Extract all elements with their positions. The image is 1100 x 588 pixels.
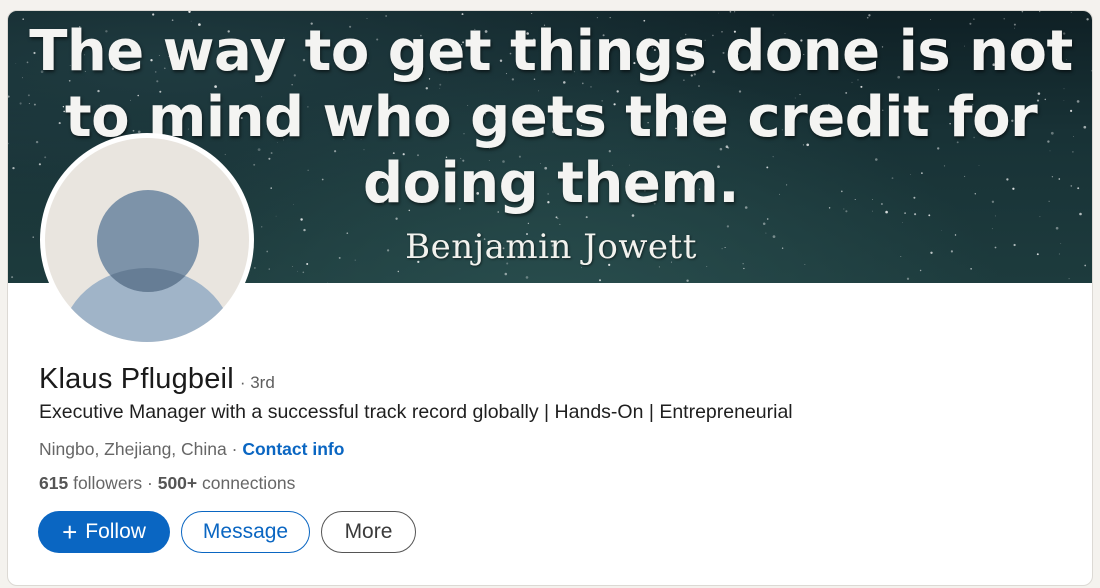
profile-headline: Executive Manager with a successful trac… bbox=[39, 401, 793, 423]
follow-button[interactable]: + Follow bbox=[38, 511, 170, 553]
name-row: Klaus Pflugbeil · 3rd bbox=[39, 363, 275, 396]
stats-separator: · bbox=[147, 473, 158, 493]
followers-label: followers bbox=[73, 473, 143, 493]
plus-icon: + bbox=[62, 517, 78, 547]
connection-degree-badge: · 3rd bbox=[239, 373, 275, 392]
default-avatar-icon bbox=[45, 138, 249, 342]
network-stats: 615 followers · 500+ connections bbox=[39, 473, 295, 494]
profile-card: The way to get things done is not to min… bbox=[7, 10, 1093, 586]
more-button[interactable]: More bbox=[321, 511, 416, 553]
followers-count: 615 bbox=[39, 473, 69, 493]
connections-label: connections bbox=[202, 473, 296, 493]
avatar[interactable] bbox=[40, 133, 254, 347]
profile-name: Klaus Pflugbeil bbox=[39, 363, 234, 395]
message-button[interactable]: Message bbox=[181, 511, 310, 553]
location-separator: · bbox=[226, 439, 243, 459]
location-row: Ningbo, Zhejiang, China · Contact info bbox=[39, 439, 344, 460]
contact-info-link[interactable]: Contact info bbox=[242, 439, 344, 459]
profile-actions: + Follow Message More bbox=[38, 511, 416, 553]
follow-label: Follow bbox=[85, 520, 146, 543]
profile-location: Ningbo, Zhejiang, China bbox=[39, 439, 227, 459]
connections-count: 500+ bbox=[157, 473, 198, 493]
